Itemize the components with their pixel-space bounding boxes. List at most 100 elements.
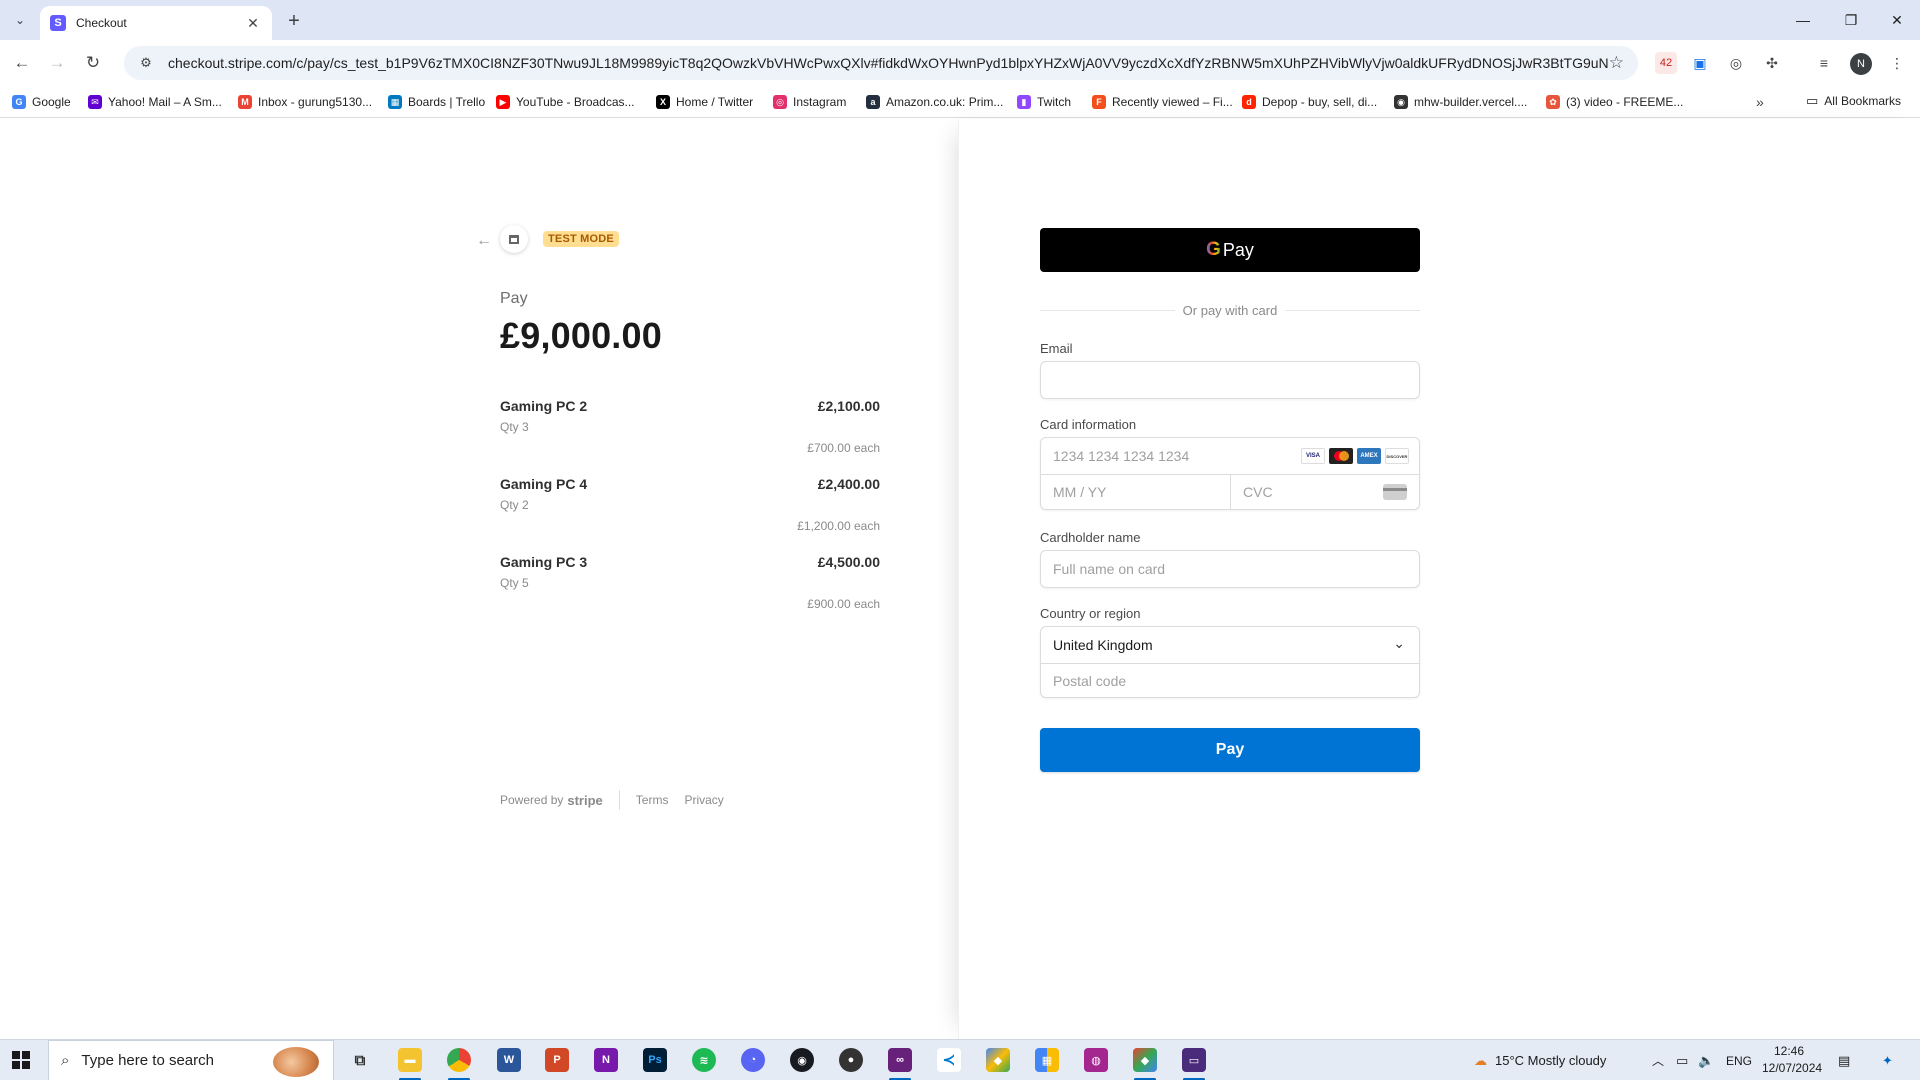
- cardholder-name-field[interactable]: Full name on card: [1040, 550, 1420, 588]
- address-bar[interactable]: ⚙ checkout.stripe.com/c/pay/cs_test_b1P9…: [124, 46, 1638, 80]
- bookmark-item[interactable]: M Inbox - gurung5130...: [238, 93, 372, 111]
- app-pin-icon[interactable]: ◍: [1084, 1048, 1108, 1072]
- extensions-puzzle-icon[interactable]: ✣: [1761, 52, 1783, 74]
- bookmark-label: Home / Twitter: [676, 95, 754, 109]
- bookmark-item[interactable]: ✉ Yahoo! Mail – A Sm...: [88, 93, 222, 111]
- back-arrow-icon[interactable]: ←: [476, 232, 492, 250]
- bookmark-item[interactable]: X Home / Twitter: [656, 93, 753, 111]
- item-name: Gaming PC 4: [500, 476, 588, 492]
- forward-arrow-icon[interactable]: →: [44, 50, 70, 76]
- profile-avatar[interactable]: N: [1850, 53, 1872, 75]
- bookmark-label: Inbox - gurung5130...: [258, 95, 373, 109]
- app-diamond-icon[interactable]: ◆: [986, 1048, 1010, 1072]
- privacy-link[interactable]: Privacy: [684, 793, 723, 807]
- visual-studio-icon[interactable]: ∞: [888, 1048, 912, 1072]
- app-window-icon[interactable]: ▭: [1182, 1048, 1206, 1072]
- clock-date: 12/07/2024: [1762, 1061, 1823, 1075]
- site-info-icon[interactable]: ⚙: [134, 51, 158, 75]
- terms-link[interactable]: Terms: [636, 793, 669, 807]
- pay-button[interactable]: Pay: [1040, 728, 1420, 772]
- bookmark-item[interactable]: ▶ YouTube - Broadcas...: [496, 93, 635, 111]
- word-icon[interactable]: W: [497, 1048, 521, 1072]
- bookmark-item[interactable]: a Amazon.co.uk: Prim...: [866, 93, 1003, 111]
- extension-badge-icon[interactable]: 42: [1655, 52, 1677, 74]
- extension-icon[interactable]: ▣: [1689, 52, 1711, 74]
- new-tab-plus-icon[interactable]: +: [282, 9, 306, 33]
- bookmark-label: Twitch: [1037, 95, 1072, 109]
- bookmark-item[interactable]: ▮ Twitch: [1017, 93, 1071, 111]
- discord-icon[interactable]: ◔: [741, 1048, 765, 1072]
- chrome-icon[interactable]: [447, 1048, 471, 1072]
- taskbar-clock[interactable]: 12:46 12/07/2024: [1762, 1043, 1823, 1077]
- more-bookmarks-chevron-icon[interactable]: »: [1756, 94, 1764, 110]
- windows-start-icon[interactable]: [12, 1051, 30, 1069]
- steam-icon[interactable]: ◉: [790, 1048, 814, 1072]
- app-diamond-2-icon[interactable]: ◆: [1133, 1048, 1157, 1072]
- google-g-icon: G: [1206, 239, 1221, 260]
- obs-icon[interactable]: ●: [839, 1048, 863, 1072]
- extension-circle-icon[interactable]: ◎: [1725, 52, 1747, 74]
- stripe-logo[interactable]: stripe: [567, 793, 602, 808]
- discover-icon: DISCOVER: [1385, 448, 1409, 464]
- cardholder-placeholder: Full name on card: [1053, 561, 1166, 577]
- photoshop-icon[interactable]: Ps: [643, 1048, 667, 1072]
- card-information-label: Card information: [1040, 417, 1137, 432]
- vscode-icon[interactable]: ≺: [937, 1048, 961, 1072]
- bookmark-star-icon[interactable]: ☆: [1609, 53, 1624, 73]
- bookmark-favicon-icon: G: [12, 95, 26, 109]
- bookmark-item[interactable]: G Google: [12, 93, 71, 111]
- volume-icon[interactable]: 🔈: [1698, 1040, 1714, 1080]
- spotify-icon[interactable]: ≋: [692, 1048, 716, 1072]
- item-name: Gaming PC 3: [500, 554, 588, 570]
- taskbar-search-box[interactable]: ⌕ Type here to search: [48, 1040, 334, 1080]
- bookmark-item[interactable]: F Recently viewed – Fi...: [1092, 93, 1233, 111]
- minimize-window-icon[interactable]: —: [1780, 0, 1826, 40]
- bookmark-favicon-icon: ◎: [773, 95, 787, 109]
- menu-kebab-icon[interactable]: ⋮: [1886, 52, 1908, 74]
- app-grid-icon[interactable]: ▦: [1035, 1048, 1059, 1072]
- url-text[interactable]: checkout.stripe.com/c/pay/cs_test_b1P9V6…: [168, 55, 1608, 71]
- copilot-icon[interactable]: ✦: [1882, 1040, 1893, 1080]
- bookmark-label: Instagram: [793, 95, 847, 109]
- postal-code-input[interactable]: Postal code: [1053, 673, 1126, 689]
- close-window-icon[interactable]: ✕: [1874, 0, 1920, 40]
- back-arrow-icon[interactable]: ←: [9, 50, 35, 76]
- visa-icon: VISA: [1301, 448, 1325, 464]
- mastercard-icon: [1329, 448, 1353, 464]
- folder-icon: ▭: [1806, 93, 1819, 108]
- notifications-icon[interactable]: ▤: [1838, 1040, 1850, 1080]
- bookmark-item[interactable]: ▦ Boards | Trello: [388, 93, 485, 111]
- bookmark-item[interactable]: ◎ Instagram: [773, 93, 846, 111]
- media-control-icon[interactable]: ≡: [1813, 52, 1835, 74]
- language-indicator[interactable]: ENG: [1726, 1040, 1752, 1080]
- browser-tab[interactable]: S Checkout ✕: [40, 6, 272, 40]
- chevron-down-icon: ⌄: [1393, 635, 1405, 651]
- close-tab-icon[interactable]: ✕: [244, 14, 262, 32]
- item-qty: Qty 3: [500, 420, 529, 434]
- bookmark-item[interactable]: ◉ mhw-builder.vercel....: [1394, 93, 1527, 111]
- email-field[interactable]: [1040, 361, 1420, 399]
- card-number-input[interactable]: 1234 1234 1234 1234: [1053, 448, 1189, 464]
- bookmark-favicon-icon: ◉: [1394, 95, 1408, 109]
- tab-search-chevron-icon[interactable]: ⌄: [8, 8, 32, 32]
- footer-divider: [618, 790, 620, 810]
- all-bookmarks-button[interactable]: ▭ All Bookmarks: [1806, 93, 1901, 109]
- or-pay-with-card-text: Or pay with card: [1182, 302, 1278, 318]
- bookmark-item[interactable]: d Depop - buy, sell, di...: [1242, 93, 1377, 111]
- stripe-favicon-icon: S: [50, 15, 66, 31]
- google-pay-button[interactable]: G Pay: [1040, 228, 1420, 272]
- task-view-icon[interactable]: ⧉: [348, 1048, 372, 1072]
- bookmark-label: (3) video - FREEME...: [1566, 95, 1684, 109]
- cvc-input[interactable]: CVC: [1243, 484, 1273, 500]
- reload-icon[interactable]: ↻: [80, 50, 106, 76]
- country-select[interactable]: United Kingdom ⌄: [1041, 627, 1419, 663]
- file-explorer-icon[interactable]: ▬: [398, 1048, 422, 1072]
- restore-window-icon[interactable]: ❐: [1828, 0, 1874, 40]
- powerpoint-icon[interactable]: P: [545, 1048, 569, 1072]
- bookmark-item[interactable]: ✿ (3) video - FREEME...: [1546, 93, 1683, 111]
- network-icon[interactable]: ▭: [1676, 1040, 1688, 1080]
- onenote-icon[interactable]: N: [594, 1048, 618, 1072]
- show-hidden-icons-chevron-icon[interactable]: ︿: [1652, 1040, 1664, 1080]
- weather-widget[interactable]: ☁ 15°C Mostly cloudy: [1474, 1040, 1606, 1080]
- expiry-input[interactable]: MM / YY: [1053, 484, 1106, 500]
